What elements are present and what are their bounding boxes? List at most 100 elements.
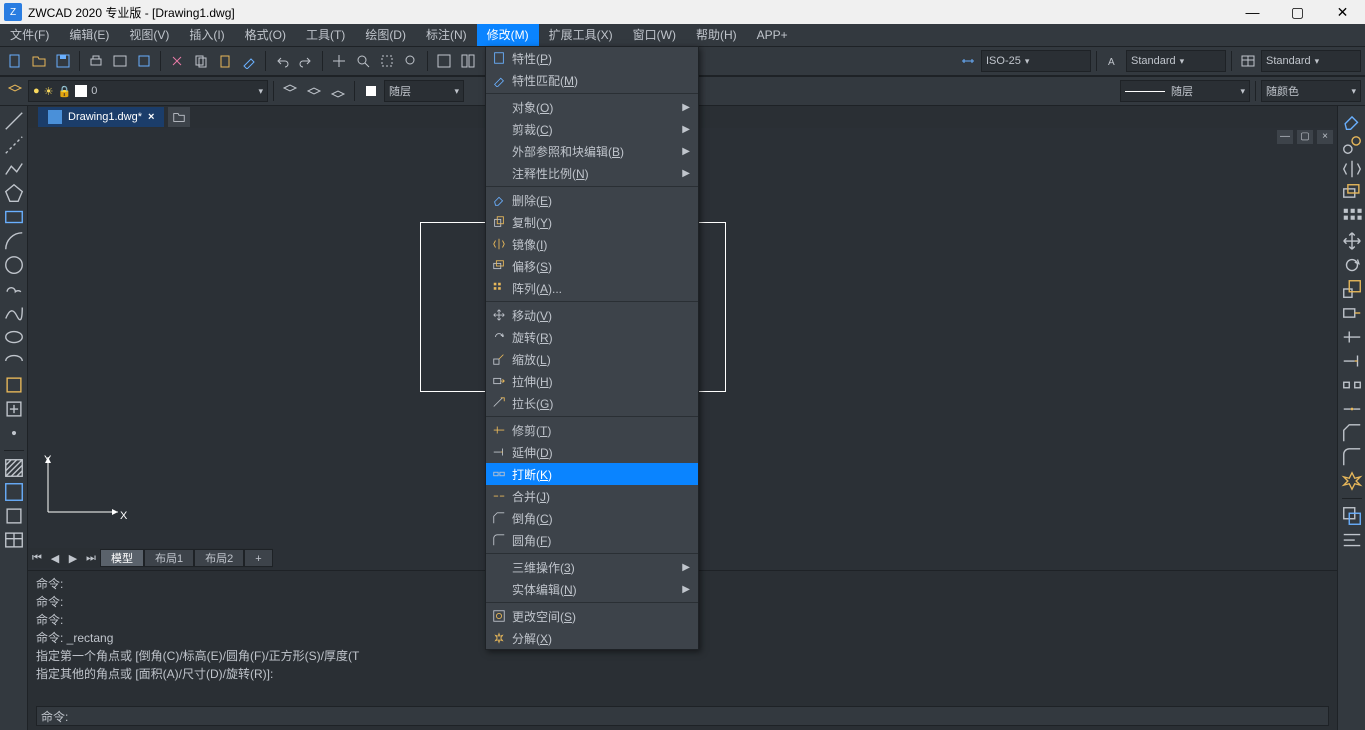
modify-menu-item[interactable]: 实体编辑(N)▶ <box>486 578 698 600</box>
align-tool[interactable] <box>1341 529 1363 551</box>
modify-menu-item[interactable]: 剪裁(C)▶ <box>486 118 698 140</box>
layer-prev-icon[interactable] <box>279 80 301 102</box>
open-icon[interactable] <box>28 50 50 72</box>
menu-window[interactable]: 窗口(W) <box>623 24 686 46</box>
scale-tool[interactable] <box>1341 278 1363 300</box>
arc-tool[interactable] <box>3 230 25 252</box>
menu-app[interactable]: APP+ <box>747 24 798 46</box>
line-tool[interactable] <box>3 110 25 132</box>
publish-icon[interactable] <box>133 50 155 72</box>
menu-edit[interactable]: 编辑(E) <box>59 24 119 46</box>
modify-menu-item[interactable]: 复制(Y) <box>486 211 698 233</box>
modify-menu-item[interactable]: 偏移(S) <box>486 255 698 277</box>
menu-modify[interactable]: 修改(M) <box>477 24 539 46</box>
modify-menu-item[interactable]: 镜像(I) <box>486 233 698 255</box>
layout-tab-model[interactable]: 模型 <box>100 549 144 567</box>
layout-tab-layout2[interactable]: 布局2 <box>194 549 244 567</box>
chamfer-tool[interactable] <box>1341 422 1363 444</box>
text-style-dropdown[interactable]: Standard▾ <box>1126 50 1226 72</box>
layout-nav-prev[interactable]: ◀ <box>46 552 64 565</box>
modify-menu-item[interactable]: 合并(J) <box>486 485 698 507</box>
color-icon[interactable] <box>360 80 382 102</box>
modify-menu-item[interactable]: 特性匹配(M) <box>486 69 698 91</box>
matchprop-icon[interactable] <box>238 50 260 72</box>
layer-freeze-icon[interactable] <box>327 80 349 102</box>
array-tool[interactable] <box>1341 206 1363 228</box>
modify-menu-item[interactable]: 阵列(A)... <box>486 277 698 299</box>
maximize-button[interactable]: ▢ <box>1275 0 1320 24</box>
ellipse-tool[interactable] <box>3 326 25 348</box>
polygon-tool[interactable] <box>3 182 25 204</box>
redo-icon[interactable] <box>295 50 317 72</box>
point-tool[interactable] <box>3 422 25 444</box>
modify-menu-item[interactable]: 修剪(T) <box>486 419 698 441</box>
document-tab[interactable]: Drawing1.dwg* × <box>38 107 164 127</box>
vp-minimize-icon[interactable]: — <box>1277 130 1293 144</box>
spline-tool[interactable] <box>3 302 25 324</box>
modify-menu-item[interactable]: 分解(X) <box>486 627 698 649</box>
modify-menu-item[interactable]: 外部参照和块编辑(B)▶ <box>486 140 698 162</box>
modify-menu-item[interactable]: 移动(V) <box>486 304 698 326</box>
erase-tool[interactable] <box>1341 110 1363 132</box>
xline-tool[interactable] <box>3 134 25 156</box>
print-icon[interactable] <box>85 50 107 72</box>
hatch-tool[interactable] <box>3 457 25 479</box>
move-tool[interactable] <box>1341 230 1363 252</box>
command-input-line[interactable]: 命令: <box>36 706 1329 726</box>
rectangle-tool[interactable] <box>3 206 25 228</box>
menu-help[interactable]: 帮助(H) <box>686 24 747 46</box>
modify-menu-item[interactable]: 延伸(D) <box>486 441 698 463</box>
copy-icon[interactable] <box>190 50 212 72</box>
insert-block-tool[interactable] <box>3 374 25 396</box>
stretch-tool[interactable] <box>1341 302 1363 324</box>
menu-tools[interactable]: 工具(T) <box>296 24 355 46</box>
save-icon[interactable] <box>52 50 74 72</box>
table-style-icon[interactable] <box>1237 50 1259 72</box>
minimize-button[interactable]: — <box>1230 0 1275 24</box>
extend-tool[interactable] <box>1341 350 1363 372</box>
menu-view[interactable]: 视图(V) <box>119 24 179 46</box>
command-input[interactable] <box>68 709 1324 723</box>
modify-menu-item[interactable]: 圆角(F) <box>486 529 698 551</box>
layer-iso-icon[interactable] <box>303 80 325 102</box>
revcloud-tool[interactable] <box>3 278 25 300</box>
paste-icon[interactable] <box>214 50 236 72</box>
layout-tab-layout1[interactable]: 布局1 <box>144 549 194 567</box>
table-style-dropdown[interactable]: Standard▾ <box>1261 50 1361 72</box>
modify-menu-item[interactable]: 拉长(G) <box>486 392 698 414</box>
vp-maximize-icon[interactable]: ▢ <box>1297 130 1313 144</box>
preview-icon[interactable] <box>109 50 131 72</box>
modify-menu-item[interactable]: 缩放(L) <box>486 348 698 370</box>
modify-menu-item[interactable]: 拉伸(H) <box>486 370 698 392</box>
break-tool[interactable] <box>1341 374 1363 396</box>
trim-tool[interactable] <box>1341 326 1363 348</box>
plotstyle-dropdown[interactable]: 随颜色▾ <box>1261 80 1361 102</box>
tab-close-icon[interactable]: × <box>148 111 154 123</box>
modify-menu-item[interactable]: 倒角(C) <box>486 507 698 529</box>
modify-menu-item[interactable]: 旋转(R) <box>486 326 698 348</box>
draworder-tool[interactable] <box>1341 505 1363 527</box>
make-block-tool[interactable] <box>3 398 25 420</box>
menu-format[interactable]: 格式(O) <box>235 24 296 46</box>
polyline-tool[interactable] <box>3 158 25 180</box>
menu-file[interactable]: 文件(F) <box>0 24 59 46</box>
modify-menu-item[interactable]: 特性(P) <box>486 47 698 69</box>
dim-style-icon[interactable] <box>957 50 979 72</box>
region-tool[interactable] <box>3 505 25 527</box>
modify-menu-item[interactable]: 删除(E) <box>486 189 698 211</box>
explode-tool[interactable] <box>1341 470 1363 492</box>
linetype-dropdown[interactable]: 随层▾ <box>1120 80 1250 102</box>
properties-icon[interactable] <box>433 50 455 72</box>
zoom-prev-icon[interactable] <box>400 50 422 72</box>
table-tool[interactable] <box>3 529 25 551</box>
menu-extended[interactable]: 扩展工具(X) <box>539 24 623 46</box>
new-tab-button[interactable] <box>168 107 190 127</box>
design-center-icon[interactable] <box>457 50 479 72</box>
menu-dimension[interactable]: 标注(N) <box>416 24 477 46</box>
text-style-icon[interactable]: A <box>1102 50 1124 72</box>
zoom-window-icon[interactable] <box>376 50 398 72</box>
layout-tab-add[interactable]: + <box>244 549 272 567</box>
rotate-tool[interactable] <box>1341 254 1363 276</box>
vp-close-icon[interactable]: × <box>1317 130 1333 144</box>
layout-nav-next[interactable]: ▶ <box>64 552 82 565</box>
